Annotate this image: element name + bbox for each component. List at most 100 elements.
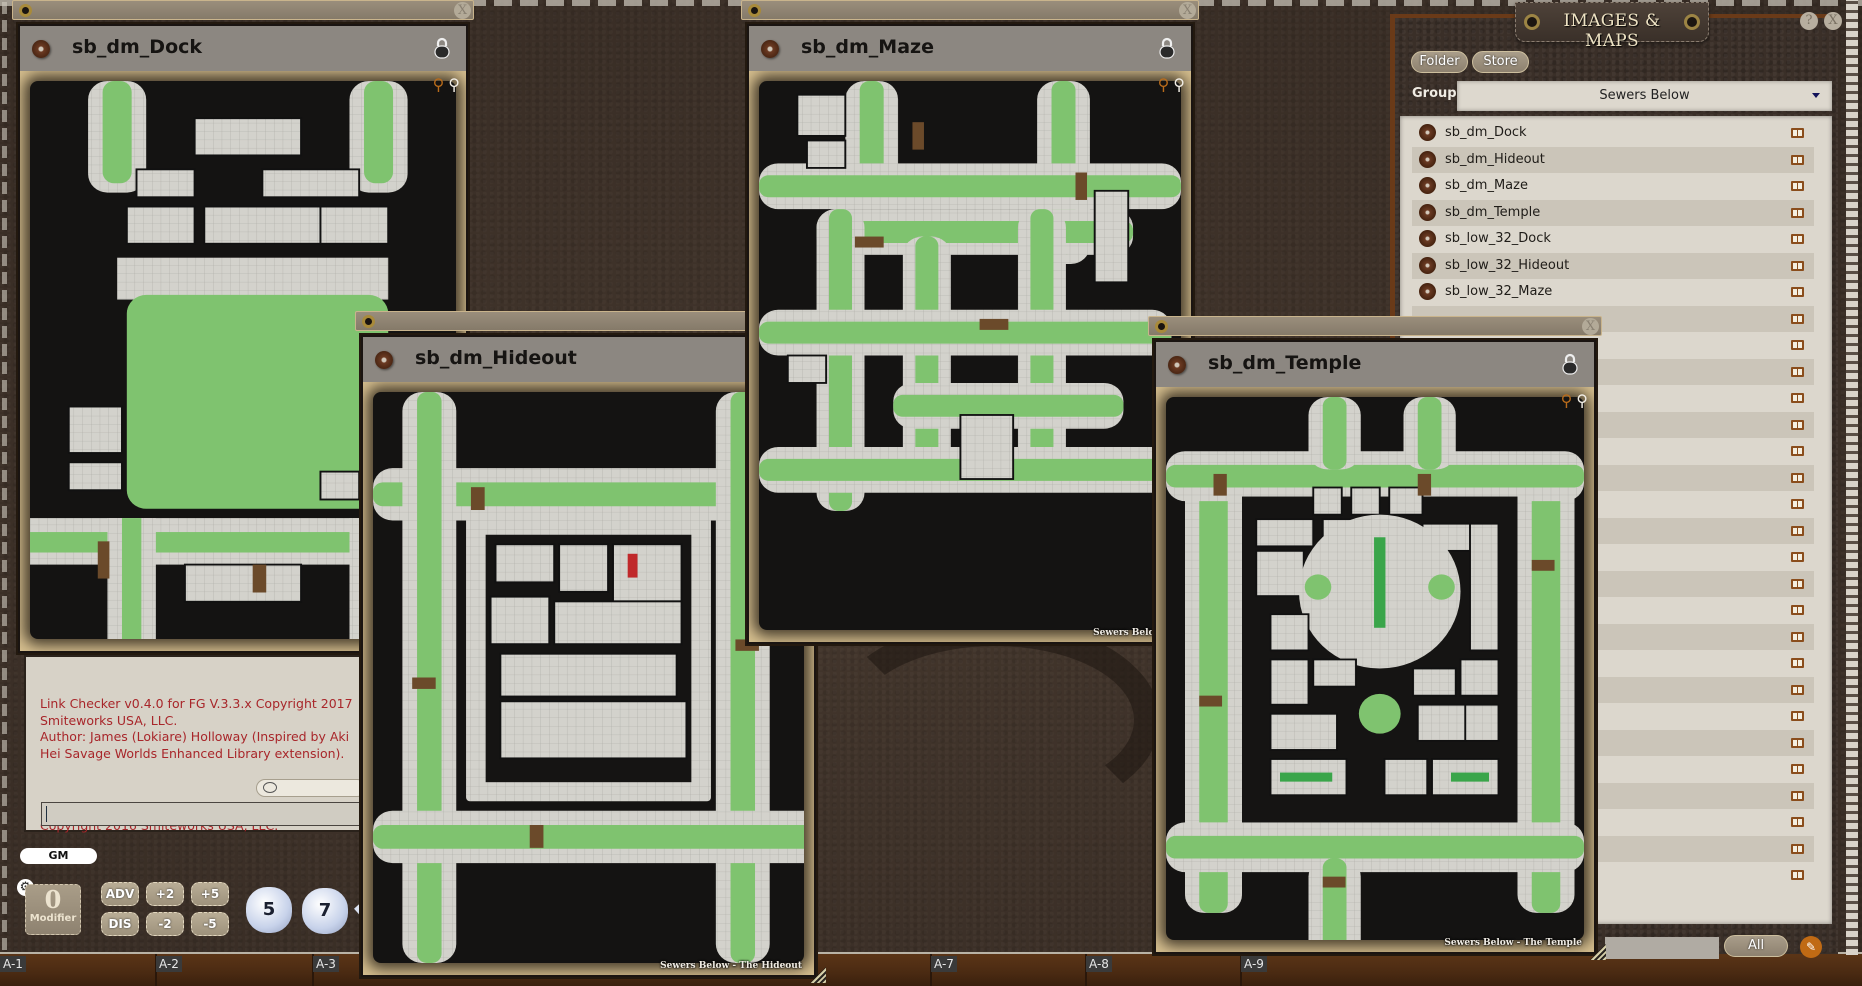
image-link-icon[interactable] [1419,256,1436,274]
store-button[interactable]: Store [1472,51,1529,73]
image-list-item[interactable]: sb_low_32_Dock [1412,226,1814,253]
map-image[interactable] [759,81,1181,630]
select-tool-icon[interactable]: ⚲ [1173,75,1185,94]
book-icon[interactable] [1791,578,1804,589]
book-icon[interactable] [1791,234,1804,244]
filter-input[interactable] [1605,937,1719,959]
modifier-adv-button[interactable]: ADV [101,882,139,906]
book-icon[interactable] [1791,711,1804,721]
close-panel-button[interactable]: X [1824,12,1842,30]
modifier-plus2-button[interactable]: +2 [146,882,184,906]
book-icon[interactable] [1791,684,1804,695]
map-image[interactable] [1166,397,1584,940]
edit-list-button[interactable]: ✎ [1800,936,1822,958]
map-image[interactable] [373,392,804,963]
book-icon[interactable] [1791,525,1804,536]
pointer-tool-icon[interactable]: ⚲ [1561,391,1573,410]
book-icon[interactable] [1791,181,1804,191]
book-icon[interactable] [1791,605,1804,615]
book-icon[interactable] [1791,260,1804,271]
book-icon[interactable] [1791,764,1804,774]
book-icon[interactable] [1791,817,1804,827]
book-icon[interactable] [1791,446,1804,456]
all-button[interactable]: All [1724,935,1788,957]
window-drag-bar[interactable]: X [1148,316,1602,336]
image-link-icon[interactable] [1419,124,1436,141]
book-icon[interactable] [1791,154,1804,165]
image-list-item[interactable]: sb_dm_Hideout [1412,146,1814,173]
image-list-item[interactable]: sb_low_32_Maze [1412,279,1814,306]
image-link-icon[interactable] [32,40,50,58]
select-tool-icon[interactable]: ⚲ [1576,391,1588,410]
book-icon[interactable] [1791,843,1804,854]
select-tool-icon[interactable]: ⚲ [448,75,460,94]
lock-icon[interactable] [1159,37,1175,59]
help-button[interactable]: ? [1800,12,1818,30]
book-icon[interactable] [1791,419,1804,430]
image-link-icon[interactable] [1419,203,1436,221]
map-canvas[interactable] [759,81,1181,630]
lock-icon[interactable] [434,37,450,59]
modifier-box[interactable]: 0 Modifier [25,884,81,935]
window-titlebar: sb_dm_Maze [749,26,1191,71]
image-window-maze[interactable]: Xsb_dm_Maze ⚲ ⚲ Sewers Below - T [741,0,1203,650]
book-icon[interactable] [1791,737,1804,748]
close-window-button[interactable]: X [454,2,471,19]
window-link-icon[interactable] [748,4,761,17]
close-window-button[interactable]: X [1179,2,1196,19]
book-icon[interactable] [1791,790,1804,801]
book-icon[interactable] [1791,658,1804,668]
book-icon[interactable] [1791,128,1804,138]
window-link-icon[interactable] [1155,320,1168,333]
modifier-plus5-button[interactable]: +5 [191,882,229,906]
group-select[interactable]: Sewers Below [1457,81,1832,111]
book-icon[interactable] [1791,207,1804,218]
book-icon[interactable] [1791,552,1804,562]
image-list-item[interactable]: sb_low_32_Hideout [1412,252,1814,279]
book-icon[interactable] [1791,366,1804,377]
group-label: Group [1412,86,1457,101]
book-icon[interactable] [1791,340,1804,350]
image-link-icon[interactable] [761,40,779,58]
book-icon[interactable] [1791,631,1804,642]
chat-mode-button[interactable] [256,779,366,797]
map-viewport[interactable]: ⚲ ⚲ Sewers Below - T [749,71,1191,642]
image-list-item[interactable]: sb_dm_Dock [1412,120,1814,147]
window-drag-bar[interactable]: X [12,0,474,20]
window-link-icon[interactable] [19,4,32,17]
grid-label: A-3 [313,956,339,972]
book-icon[interactable] [1791,393,1804,403]
map-canvas[interactable] [1166,397,1584,940]
window-link-icon[interactable] [362,315,375,328]
image-link-icon[interactable] [1168,356,1186,374]
identity-badge[interactable]: GM [20,848,97,864]
pointer-tool-icon[interactable]: ⚲ [433,75,445,94]
map-viewport[interactable]: ⚲ ⚲ Sewers Below - The Temple [1156,387,1594,952]
image-link-icon[interactable] [1419,283,1436,300]
image-link-icon[interactable] [1419,230,1436,247]
image-link-icon[interactable] [375,351,393,369]
image-link-icon[interactable] [1419,177,1436,194]
d12-die[interactable]: 7 [302,888,348,934]
map-canvas[interactable] [373,392,804,963]
modifier-dis-button[interactable]: DIS [101,912,139,936]
image-window-temple[interactable]: Xsb_dm_Temple ⚲ ⚲ Sewers Below - The Temple [1148,316,1606,960]
image-link-icon[interactable] [1419,150,1436,168]
pointer-tool-icon[interactable]: ⚲ [1158,75,1170,94]
window-drag-bar[interactable]: X [741,0,1199,20]
image-name: sb_dm_Temple [1445,204,1541,220]
modifier-minus5-button[interactable]: -5 [191,912,229,936]
d20-die[interactable]: 5 [246,887,292,933]
book-icon[interactable] [1791,472,1804,483]
lock-icon[interactable] [1562,353,1578,375]
image-list-item[interactable]: sb_dm_Maze [1412,173,1814,200]
book-icon[interactable] [1791,313,1804,324]
book-icon[interactable] [1791,870,1804,880]
chat-input[interactable] [41,802,366,826]
modifier-minus2-button[interactable]: -2 [146,912,184,936]
folder-button[interactable]: Folder [1411,51,1468,73]
book-icon[interactable] [1791,499,1804,509]
book-icon[interactable] [1791,287,1804,297]
image-list-item[interactable]: sb_dm_Temple [1412,199,1814,226]
close-window-button[interactable]: X [1582,318,1599,335]
